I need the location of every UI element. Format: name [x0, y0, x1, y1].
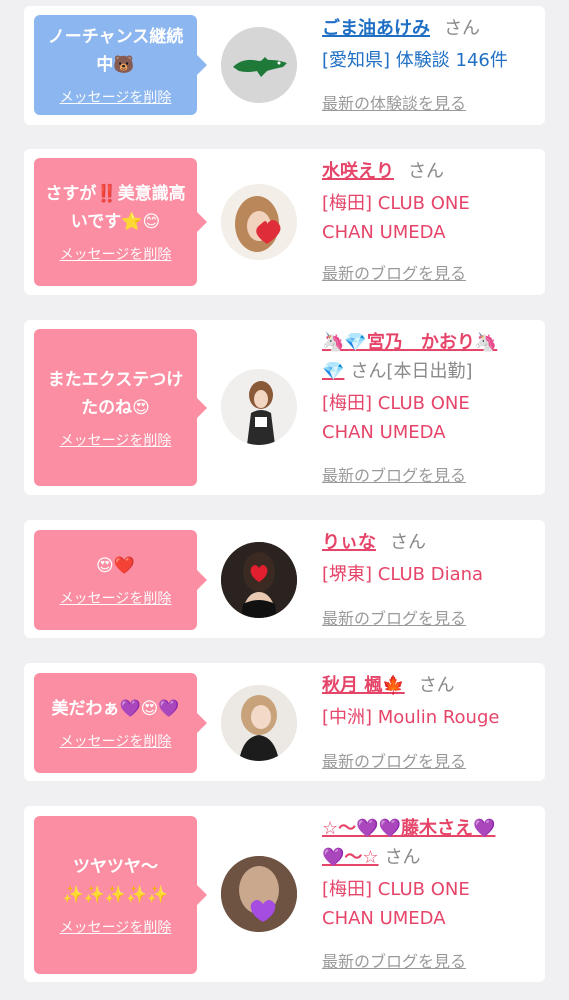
avatar[interactable] — [221, 27, 297, 103]
honorific: さん[本日出勤] — [350, 361, 473, 382]
message-text: さすが‼️美意識高 いです⭐😊 — [45, 184, 186, 232]
message-bubble: 😍❤️ メッセージを削除 — [34, 530, 207, 630]
message-card: 美だわぁ💜😍💜 メッセージを削除 秋月 楓🍁 さん [中洲] Moulin Rou… — [24, 663, 545, 781]
message-list: ノーチャンス継続 中🐻 メッセージを削除 ごま油あけみ さん [愛知県] 体験談 … — [0, 0, 569, 1000]
portrait-photo-icon — [221, 542, 297, 618]
honorific: さん — [408, 161, 444, 182]
delete-message-link[interactable]: メッセージを削除 — [60, 588, 172, 608]
location-text: [梅田] CLUB ONE CHAN UMEDA — [322, 193, 470, 243]
message-card: ノーチャンス継続 中🐻 メッセージを削除 ごま油あけみ さん [愛知県] 体験談 … — [24, 6, 545, 125]
message-card: 😍❤️ メッセージを削除 りぃな さん [堺東] CLUB Diana 最新のブロ… — [24, 520, 545, 638]
honorific: さん — [384, 847, 421, 868]
portrait-photo-icon — [221, 685, 297, 761]
message-text: ノーチャンス継続 中🐻 — [47, 27, 184, 75]
message-card: またエクステつけ たのね😍 メッセージを削除 🦄💎宮乃 かおり🦄 💎 さん[本日出… — [24, 320, 545, 495]
delete-message-link[interactable]: メッセージを削除 — [60, 731, 172, 751]
message-text: またエクステつけ たのね😍 — [47, 369, 184, 418]
message-bubble: またエクステつけ たのね😍 メッセージを削除 — [34, 329, 207, 486]
message-text: 美だわぁ💜😍💜 — [51, 699, 180, 719]
author-name[interactable]: ごま油あけみ — [322, 18, 430, 39]
message-bubble: ツヤツヤ〜 ✨✨✨✨✨ メッセージを削除 — [34, 816, 207, 974]
message-bubble: さすが‼️美意識高 いです⭐😊 メッセージを削除 — [34, 158, 207, 286]
view-latest-link[interactable]: 最新のブログを見る — [322, 605, 466, 629]
location-text: [中洲] Moulin Rouge — [322, 707, 500, 728]
view-latest-link[interactable]: 最新のブログを見る — [322, 748, 466, 772]
location-text: [堺東] CLUB Diana — [322, 564, 484, 585]
honorific: さん — [418, 675, 455, 696]
honorific: さん — [444, 18, 480, 39]
delete-message-link[interactable]: メッセージを削除 — [60, 917, 172, 937]
author-name[interactable]: 水咲えり — [322, 161, 394, 182]
delete-message-link[interactable]: メッセージを削除 — [60, 87, 172, 107]
view-latest-link[interactable]: 最新のブログを見る — [322, 260, 466, 284]
avatar[interactable] — [221, 542, 297, 618]
honorific: さん — [390, 532, 426, 553]
view-latest-link[interactable]: 最新のブログを見る — [322, 948, 466, 972]
avatar[interactable] — [221, 184, 297, 260]
delete-message-link[interactable]: メッセージを削除 — [60, 244, 172, 264]
location-text: [愛知県] 体験談 146件 — [322, 50, 508, 71]
crocodile-logo-icon — [221, 27, 297, 103]
message-bubble: 美だわぁ💜😍💜 メッセージを削除 — [34, 673, 207, 773]
portrait-photo-icon — [221, 856, 297, 932]
message-text: 😍❤️ — [96, 556, 135, 576]
message-card: ツヤツヤ〜 ✨✨✨✨✨ メッセージを削除 ☆〜💜💜藤木さえ💜 💜〜☆ さん [梅田… — [24, 806, 545, 982]
view-latest-link[interactable]: 最新の体験談を見る — [322, 90, 466, 114]
location-text: [梅田] CLUB ONE CHAN UMEDA — [322, 393, 470, 443]
message-card: さすが‼️美意識高 いです⭐😊 メッセージを削除 水咲えり さん [梅田] CLU… — [24, 149, 545, 295]
message-bubble: ノーチャンス継続 中🐻 メッセージを削除 — [34, 15, 207, 115]
portrait-photo-icon — [221, 369, 297, 445]
location-text: [梅田] CLUB ONE CHAN UMEDA — [322, 879, 470, 929]
view-latest-link[interactable]: 最新のブログを見る — [322, 462, 466, 486]
avatar[interactable] — [221, 856, 297, 932]
message-text: ツヤツヤ〜 ✨✨✨✨✨ — [62, 857, 169, 905]
avatar[interactable] — [221, 369, 297, 445]
author-name[interactable]: りぃな — [322, 532, 376, 553]
author-name[interactable]: 秋月 楓🍁 — [322, 675, 405, 696]
delete-message-link[interactable]: メッセージを削除 — [60, 430, 172, 450]
portrait-photo-icon — [221, 184, 297, 260]
avatar[interactable] — [221, 685, 297, 761]
